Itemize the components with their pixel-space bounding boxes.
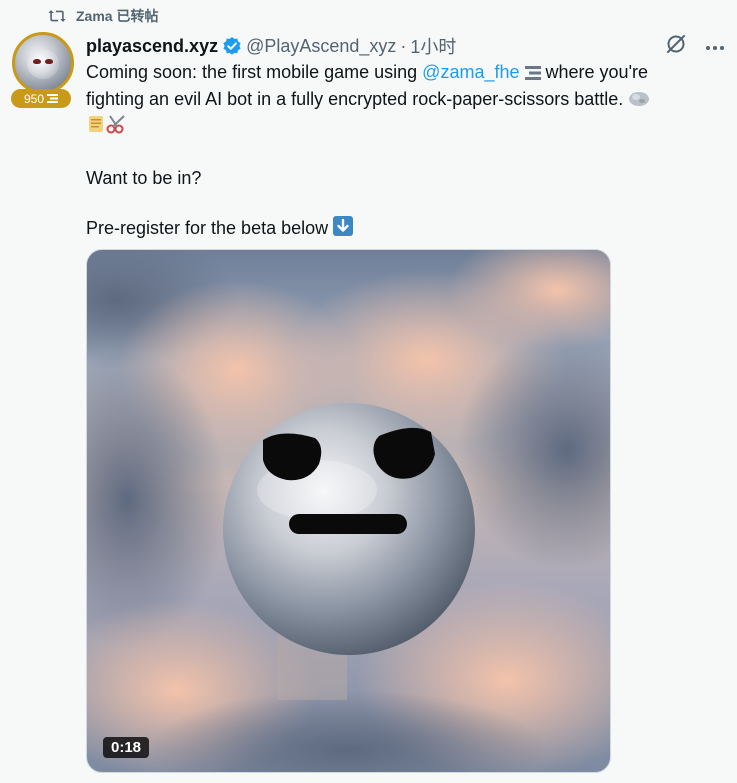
tweet-text-segment: Coming soon: the first mobile game using (86, 62, 423, 82)
video-thumbnail (87, 250, 610, 772)
separator-dot: · (400, 35, 407, 56)
video-media[interactable]: 0:18 (86, 249, 611, 773)
tweet-timestamp[interactable]: 1小时 (410, 33, 456, 59)
author-display-name[interactable]: playascend.xyz (86, 36, 218, 57)
mention-link[interactable]: @zama_fhe (422, 62, 519, 82)
badge-score-value: 950 (23, 91, 45, 106)
author-handle[interactable]: @PlayAscend_xyz (246, 36, 396, 57)
retweet-icon (48, 8, 66, 24)
tweet-line-2: fighting an evil AI bot in a fully encry… (86, 87, 711, 114)
tweet-header-actions (665, 33, 725, 60)
scissors-emoji-icon (106, 114, 128, 141)
paper-emoji-icon (86, 114, 106, 141)
video-duration: 0:18 (103, 737, 150, 758)
zama-logo-icon (524, 62, 541, 87)
tweet-text-segment: where you're (540, 62, 649, 82)
reputation-badge: 950 (11, 89, 71, 108)
grok-icon[interactable] (665, 33, 687, 60)
tweet-line-5: Want to be in? (86, 168, 202, 188)
rock-emoji-icon (628, 89, 650, 114)
retweet-banner[interactable]: Zama 已转帖 (48, 6, 158, 26)
tweet-line-7: Pre-register for the beta below (86, 216, 711, 243)
down-arrow-emoji-icon (333, 216, 354, 243)
more-options-icon[interactable] (705, 38, 725, 56)
tweet-text-segment: Pre-register for the beta below (86, 218, 334, 238)
verified-badge-icon[interactable] (222, 36, 242, 56)
tweet-line-3 (86, 114, 711, 141)
tweet-text-segment: fighting an evil AI bot in a fully encry… (86, 89, 629, 109)
zama-logo-icon (47, 92, 59, 106)
tweet-header: playascend.xyz @PlayAscend_xyz · 1小时 (86, 33, 456, 59)
tweet-line-1: Coming soon: the first mobile game using… (86, 60, 711, 87)
retweet-text: Zama 已转帖 (76, 8, 159, 24)
avatar[interactable] (12, 32, 74, 94)
tweet-text: Coming soon: the first mobile game using… (86, 60, 711, 243)
